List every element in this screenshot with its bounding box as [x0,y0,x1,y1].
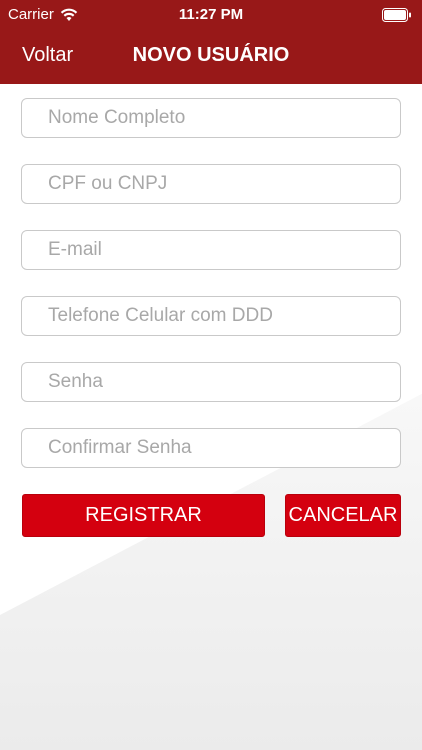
register-button[interactable]: REGISTRAR [22,494,265,537]
status-time: 11:27 PM [178,6,244,23]
email-field[interactable] [21,230,401,270]
status-bar: Carrier 11:27 PM [0,0,422,30]
page-title: NOVO USUÁRIO [132,44,290,66]
password-field[interactable] [21,362,401,402]
cpf-cnpj-field[interactable] [21,164,401,204]
phone-field[interactable] [21,296,401,336]
confirm-password-field[interactable] [21,428,401,468]
battery-icon [382,8,411,22]
full-name-field[interactable] [21,98,401,138]
navigation-bar: Voltar NOVO USUÁRIO [0,30,422,84]
cancel-button[interactable]: CANCELAR [285,494,401,537]
